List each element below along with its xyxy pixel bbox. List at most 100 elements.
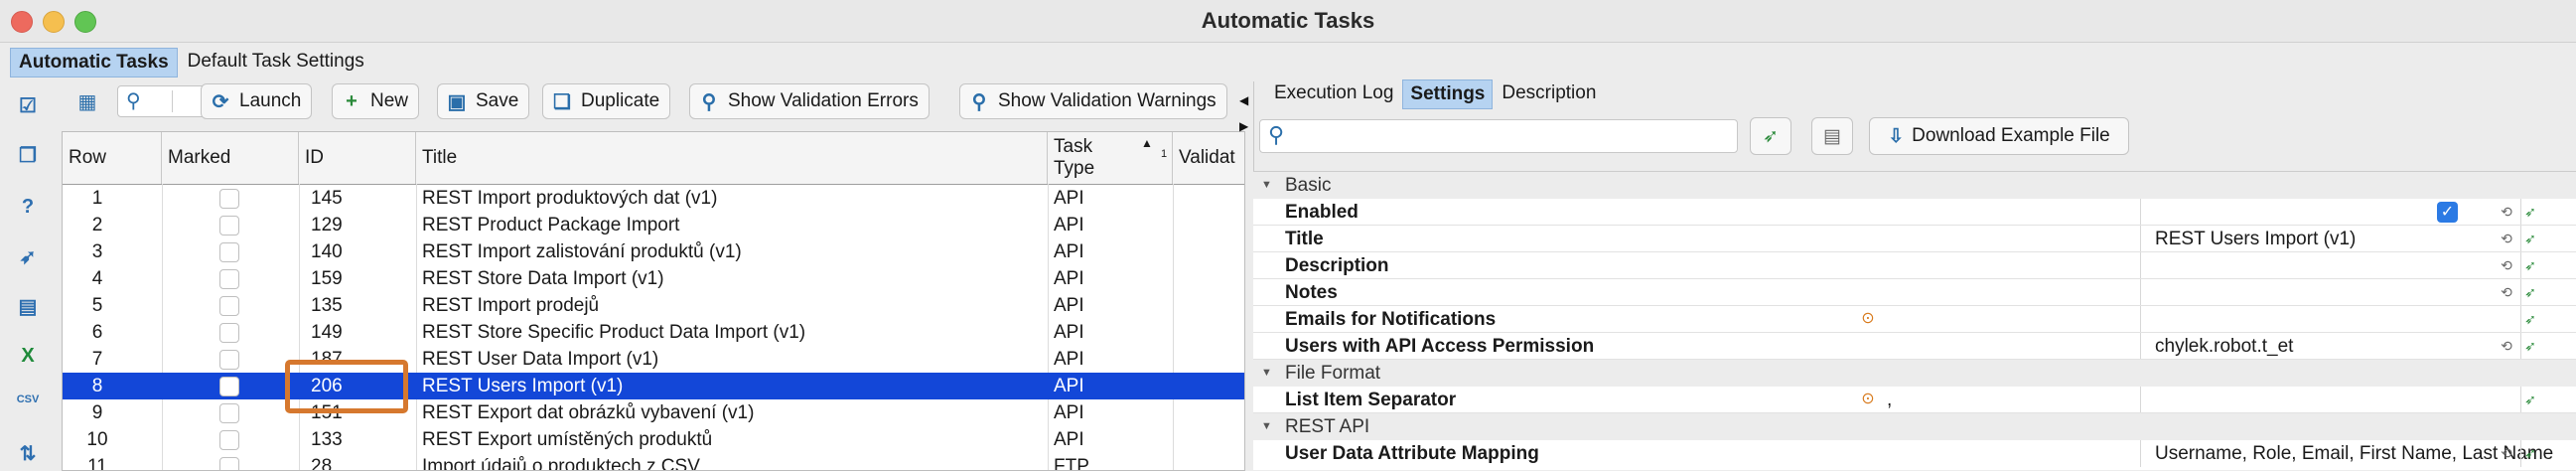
task-type: API (1054, 429, 1084, 450)
group-header-file-format[interactable]: ▼ File Format (1253, 360, 2576, 387)
marked-checkbox[interactable] (219, 242, 239, 262)
cursor-icon[interactable]: ➶ (14, 242, 42, 270)
settings-search-input[interactable]: ⚲ (1259, 119, 1738, 153)
tab-execution-log[interactable]: Execution Log (1267, 79, 1400, 107)
apply-icon[interactable]: ➶ (2522, 257, 2538, 273)
property-enabled[interactable]: Enabled ✓ ⟲ ➶ (1253, 199, 2576, 226)
import-icon[interactable]: ⇅ (14, 439, 42, 467)
list-separator-value[interactable]: , (1887, 387, 2483, 413)
copy-icon[interactable]: ❐ (14, 141, 42, 169)
tab-settings[interactable]: Settings (1402, 79, 1494, 109)
reset-icon[interactable]: ⟲ (2499, 284, 2514, 300)
column-header-validation[interactable]: Validat (1173, 132, 1244, 184)
apply-icon[interactable]: ➶ (2522, 284, 2538, 300)
duplicate-button[interactable]: ❏ Duplicate (542, 83, 671, 119)
document-button[interactable]: ▤ (1811, 117, 1853, 155)
csv-icon[interactable]: CSV (14, 386, 42, 413)
group-header-basic[interactable]: ▼ Basic (1253, 172, 2576, 199)
apply-icon[interactable]: ➶ (2522, 338, 2538, 354)
column-divider (2520, 440, 2521, 467)
property-user-data-attribute-mapping[interactable]: User Data Attribute Mapping Username, Ro… (1253, 440, 2576, 467)
column-header-title[interactable]: Title (416, 132, 1048, 184)
column-header-id[interactable]: ID (299, 132, 416, 184)
launch-button[interactable]: ⟳ Launch (201, 83, 313, 119)
launch-label: Launch (239, 90, 302, 111)
apply-icon[interactable]: ➶ (2522, 445, 2538, 461)
table-row[interactable]: 1 145 REST Import produktových dat (v1) … (63, 185, 1244, 212)
table-row[interactable]: 6 149 REST Store Specific Product Data I… (63, 319, 1244, 346)
property-notes[interactable]: Notes ⟲ ➶ (1253, 279, 2576, 306)
property-emails-for-notifications[interactable]: Emails for Notifications ⊙ ➶ (1253, 306, 2576, 333)
reset-icon[interactable]: ⟲ (2499, 338, 2514, 354)
task-type: API (1054, 215, 1084, 236)
column-divider (2520, 333, 2521, 360)
marked-checkbox[interactable] (219, 323, 239, 343)
marked-checkbox[interactable] (219, 269, 239, 289)
task-title: Import údajů o produktech z CSV (422, 456, 700, 471)
download-icon: ⇩ (1888, 125, 1905, 147)
table-row[interactable]: 2 129 REST Product Package Import API (63, 212, 1244, 238)
property-list-item-separator[interactable]: List Item Separator ⊙ , ➶ (1253, 387, 2576, 413)
reset-icon[interactable]: ⟲ (2499, 231, 2514, 246)
duplicate-label: Duplicate (581, 90, 660, 111)
collapse-left-icon[interactable]: ◀ (1239, 93, 1251, 109)
marked-checkbox[interactable] (219, 430, 239, 450)
apply-cursor-button[interactable]: ➶ (1750, 117, 1791, 155)
expand-right-icon[interactable]: ▶ (1239, 119, 1251, 135)
row-number: 6 (91, 322, 103, 343)
column-divider (2520, 226, 2521, 252)
expand-icon: ▼ (1261, 179, 1272, 191)
cursor-icon: ➶ (1763, 125, 1779, 147)
help-icon[interactable]: ? (14, 193, 42, 221)
marked-checkbox[interactable] (219, 350, 239, 370)
column-header-task-type[interactable]: Task Type (1048, 132, 1173, 184)
apply-icon[interactable]: ➶ (2522, 392, 2538, 407)
row-number: 8 (91, 376, 103, 396)
property-title[interactable]: Title REST Users Import (v1) ⟲ ➶ (1253, 226, 2576, 252)
apply-icon[interactable]: ➶ (2522, 311, 2538, 327)
table-row[interactable]: 7 187 REST User Data Import (v1) API (63, 346, 1244, 373)
inherited-icon: ⊙ (1861, 391, 1875, 407)
reset-icon[interactable]: ⟲ (2499, 257, 2514, 273)
table-row[interactable]: 10 133 REST Export umístěných produktů A… (63, 426, 1244, 453)
show-validation-errors-button[interactable]: ⚲ Show Validation Errors (689, 83, 930, 119)
table-row[interactable]: 3 140 REST Import zalistování produktů (… (63, 238, 1244, 265)
download-example-label: Download Example File (1912, 125, 2110, 146)
reset-icon[interactable]: ⟲ (2499, 204, 2514, 220)
new-button[interactable]: + New (332, 83, 420, 119)
property-users-api-access[interactable]: Users with API Access Permission chylek.… (1253, 333, 2576, 360)
column-header-row[interactable]: Row (63, 132, 162, 184)
apply-icon[interactable]: ➶ (2522, 204, 2538, 220)
tab-description[interactable]: Description (1495, 79, 1603, 107)
marked-checkbox[interactable] (219, 296, 239, 316)
enabled-checkbox[interactable]: ✓ (2437, 202, 2458, 223)
download-example-file-button[interactable]: ⇩ Download Example File (1869, 117, 2129, 155)
task-id: 149 (311, 322, 343, 343)
table-row-selected[interactable]: 8 206 REST Users Import (v1) API (63, 373, 1244, 399)
column-header-marked[interactable]: Marked (162, 132, 299, 184)
group-header-rest-api[interactable]: ▼ REST API (1253, 413, 2576, 440)
save-button[interactable]: ▣ Save (437, 83, 530, 119)
show-validation-warnings-button[interactable]: ⚲ Show Validation Warnings (959, 83, 1227, 119)
property-description[interactable]: Description ⟲ ➶ (1253, 252, 2576, 279)
table-settings-icon[interactable]: ▦ (70, 83, 105, 119)
marked-checkbox[interactable] (219, 377, 239, 396)
document-icon[interactable]: ▤ (14, 292, 42, 320)
tab-default-task-settings[interactable]: Default Task Settings (180, 48, 372, 76)
reset-icon[interactable]: ⟲ (2499, 445, 2514, 461)
task-title: REST Store Specific Product Data Import … (422, 322, 806, 343)
task-id: 140 (311, 241, 343, 262)
task-type-header-line2: Type (1054, 158, 1095, 179)
marked-checkbox[interactable] (219, 403, 239, 423)
excel-icon[interactable]: X (14, 342, 42, 370)
apply-icon[interactable]: ➶ (2522, 231, 2538, 246)
table-row[interactable]: 5 135 REST Import prodejů API (63, 292, 1244, 319)
marked-checkbox[interactable] (219, 189, 239, 209)
marked-checkbox[interactable] (219, 216, 239, 236)
table-row[interactable]: 11 28 Import údajů o produktech z CSV FT… (63, 453, 1244, 471)
checklist-icon[interactable]: ☑ (14, 91, 42, 119)
table-row[interactable]: 4 159 REST Store Data Import (v1) API (63, 265, 1244, 292)
table-row[interactable]: 9 151 REST Export dat obrázků vybavení (… (63, 399, 1244, 426)
tab-automatic-tasks[interactable]: Automatic Tasks (10, 48, 178, 78)
row-number: 4 (91, 268, 103, 289)
